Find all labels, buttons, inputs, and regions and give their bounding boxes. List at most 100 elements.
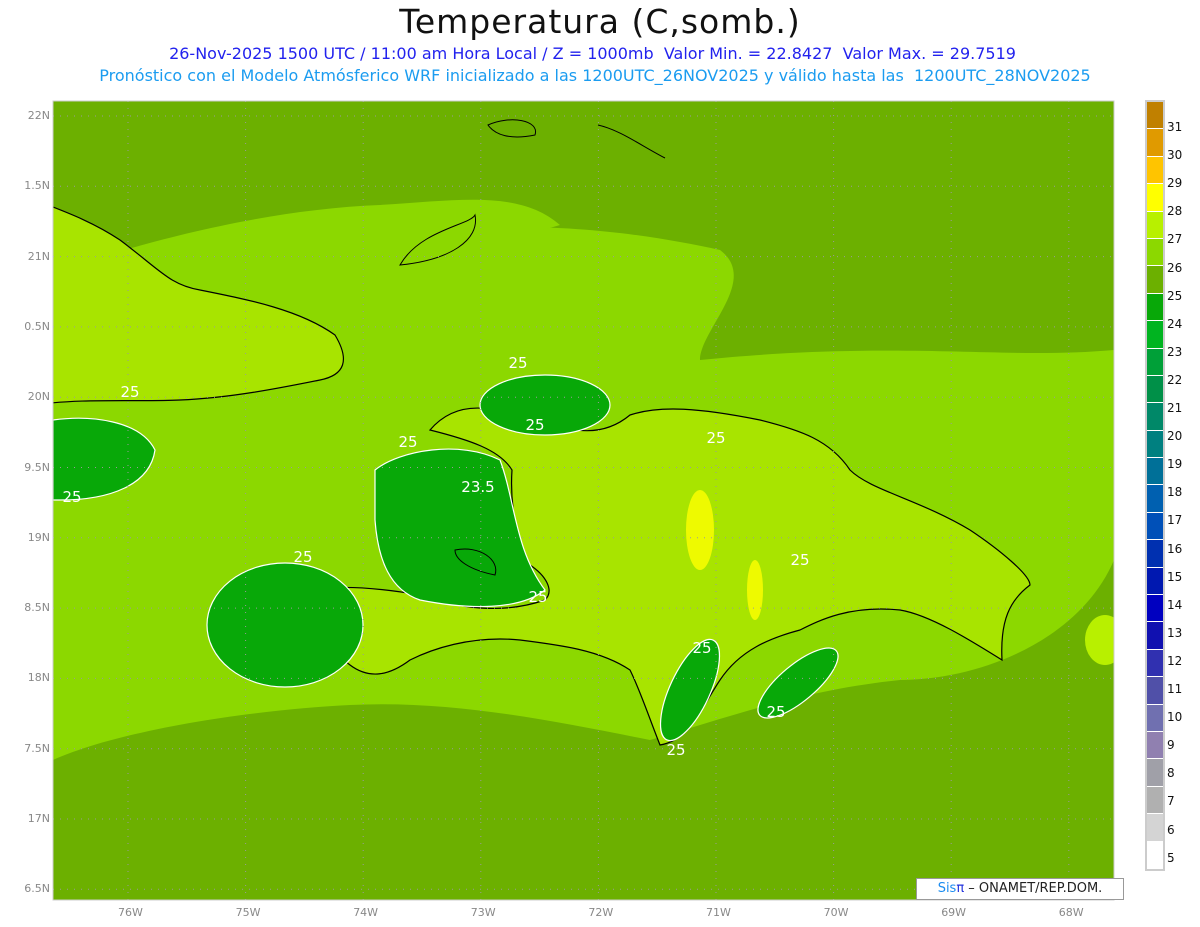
credit-onamet: – ONAMET/REP.DOM. <box>964 881 1103 896</box>
colorbar-label: 6 <box>1167 822 1175 837</box>
contour-label: 25 <box>508 354 527 372</box>
lat-label: 20N <box>27 390 50 404</box>
contour-label: 25 <box>293 548 312 566</box>
colorbar-label: 8 <box>1167 766 1175 781</box>
colorbar <box>1145 100 1165 871</box>
lat-label: 17N <box>27 812 50 825</box>
colorbar-swatch <box>1147 731 1163 760</box>
cool-region-southwest <box>206 562 364 688</box>
cool-region-tortuga <box>479 374 611 436</box>
colorbar-label: 28 <box>1167 204 1183 219</box>
colorbar-label: 30 <box>1167 148 1183 163</box>
warm-spot-south <box>747 560 763 620</box>
credit-pi: π <box>956 881 965 896</box>
colorbar-label: 18 <box>1167 485 1183 500</box>
colorbar-swatch <box>1147 814 1163 842</box>
contour-label: 25 <box>766 703 785 721</box>
colorbar-swatch <box>1147 348 1163 376</box>
lat-label: 21N <box>27 249 50 263</box>
lat-label: 18N <box>27 671 50 685</box>
contour-label: 25 <box>692 639 711 657</box>
credit-sis: Sis <box>937 881 957 896</box>
colorbar-swatch <box>1147 430 1163 459</box>
colorbar-swatch <box>1147 704 1163 732</box>
lat-label: 7.5N <box>24 741 50 755</box>
warm-spot-east <box>1085 615 1114 665</box>
colorbar-swatch <box>1147 321 1163 349</box>
colorbar-label: 11 <box>1167 682 1183 696</box>
colorbar-label: 20 <box>1167 429 1183 444</box>
lon-label: 76W <box>118 906 143 919</box>
colorbar-swatch <box>1147 293 1163 322</box>
colorbar-label: 17 <box>1167 513 1183 528</box>
colorbar-swatch <box>1147 238 1163 267</box>
lon-label: 71W <box>706 906 731 919</box>
lat-label: 9.5N <box>24 460 50 474</box>
colorbar-label: 10 <box>1167 710 1183 725</box>
colorbar-label: 19 <box>1167 457 1183 472</box>
colorbar-swatch <box>1147 567 1163 596</box>
lon-label: 69W <box>941 906 967 919</box>
colorbar-swatch <box>1147 375 1163 404</box>
colorbar-label: 15 <box>1167 569 1183 584</box>
colorbar-label: 25 <box>1167 288 1183 303</box>
contour-label: 25 <box>528 588 547 606</box>
colorbar-label: 24 <box>1167 316 1183 331</box>
colorbar-swatch <box>1147 649 1163 678</box>
colorbar-swatch <box>1147 786 1163 815</box>
lat-label: 1.5N <box>24 179 50 193</box>
colorbar-swatch <box>1147 841 1163 869</box>
contour-label: 23.5 <box>461 478 494 496</box>
colorbar-swatch <box>1147 403 1163 431</box>
lon-label: 72W <box>588 906 614 919</box>
colorbar-label: 14 <box>1167 597 1183 612</box>
warm-spot-cordillera <box>686 490 714 570</box>
lat-label: 6.5N <box>24 882 50 896</box>
colorbar-label: 9 <box>1167 738 1175 753</box>
colorbar-swatch <box>1147 595 1163 623</box>
colorbar-label: 22 <box>1167 372 1183 387</box>
colorbar-label: 13 <box>1167 625 1183 640</box>
contour-label: 25 <box>790 551 809 569</box>
colorbar-swatch <box>1147 266 1163 294</box>
colorbar-swatch <box>1147 759 1163 787</box>
lon-label: 68W <box>1058 906 1084 919</box>
lat-label: 19N <box>27 530 50 544</box>
colorbar-swatch <box>1147 622 1163 650</box>
colorbar-label: 29 <box>1167 176 1183 191</box>
lat-label: 22N <box>27 109 50 122</box>
colorbar-swatch <box>1147 184 1163 212</box>
colorbar-swatch <box>1147 156 1163 185</box>
contour-label: 25 <box>120 383 139 401</box>
colorbar-swatch <box>1147 677 1163 705</box>
colorbar-label: 7 <box>1167 794 1175 809</box>
colorbar-swatch <box>1147 102 1163 130</box>
contour-label: 25 <box>666 741 685 759</box>
colorbar-label: 21 <box>1167 401 1183 415</box>
lat-label: 8.5N <box>24 601 50 615</box>
contour-label: 25 <box>525 416 544 434</box>
subtitle-model-info: Pronóstico con el Modelo Atmósferico WRF… <box>99 66 1091 85</box>
lon-label: 70W <box>823 906 849 919</box>
colorbar-label: 27 <box>1167 232 1183 247</box>
map-title: Temperatura (C,somb.) <box>399 2 801 41</box>
colorbar-swatch <box>1147 129 1163 157</box>
temperature-map: 25 25 25 25 25 23.5 25 25 25 25 25 25 25 <box>52 100 1115 901</box>
lat-label: 0.5N <box>24 319 50 333</box>
colorbar-swatch <box>1147 540 1163 568</box>
contour-label: 25 <box>62 488 81 506</box>
colorbar-swatch <box>1147 458 1163 486</box>
contour-label: 25 <box>398 433 417 451</box>
colorbar-label: 5 <box>1167 850 1175 865</box>
lon-label: 75W <box>235 906 261 919</box>
colorbar-label: 31 <box>1167 120 1183 134</box>
colorbar-swatch <box>1147 512 1163 541</box>
colorbar-swatch <box>1147 485 1163 513</box>
colorbar-label: 23 <box>1167 344 1183 359</box>
colorbar-swatch <box>1147 211 1163 239</box>
subtitle-valid-time: 26-Nov-2025 1500 UTC / 11:00 am Hora Loc… <box>169 44 1016 63</box>
colorbar-label: 26 <box>1167 260 1183 275</box>
contour-label: 25 <box>706 429 725 447</box>
colorbar-label: 16 <box>1167 541 1183 556</box>
colorbar-label: 12 <box>1167 653 1183 668</box>
